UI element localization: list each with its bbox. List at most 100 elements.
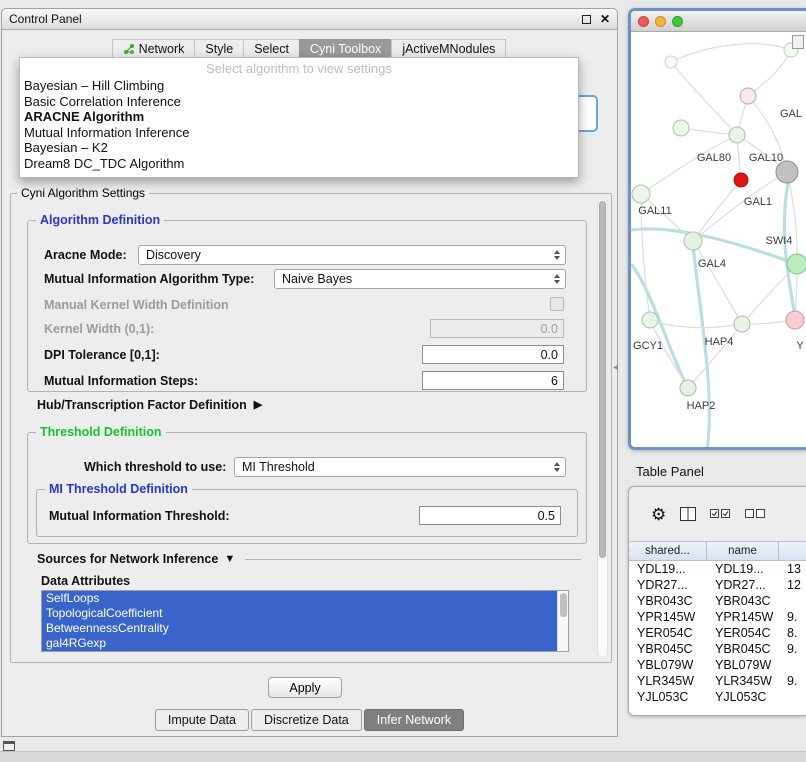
mi-steps-label: Mutual Information Steps: <box>44 374 198 388</box>
expand-right-icon[interactable]: ▶ <box>254 400 262 411</box>
close-icon[interactable]: ✕ <box>600 13 610 25</box>
table-cell: YER054C <box>629 625 707 641</box>
network-node-label: HAP2 <box>687 400 716 412</box>
collapse-down-icon[interactable]: ▼ <box>224 554 235 565</box>
apply-button[interactable]: Apply <box>268 677 342 698</box>
mi-threshold-field[interactable]: 0.5 <box>419 506 561 525</box>
table-panel-window: ⚙ shared... name YDL19...YDL19.. <box>628 486 806 716</box>
table-cell: YER054C <box>707 625 779 641</box>
close-traffic-light[interactable] <box>638 16 649 27</box>
mi-steps-field[interactable]: 6 <box>422 371 564 390</box>
table-cell: YLR345W <box>707 673 779 689</box>
network-node[interactable] <box>729 127 745 143</box>
settings-group-title: Cyni Algorithm Settings <box>17 186 149 200</box>
table-row[interactable]: YDL19...YDL19...13 <box>629 561 806 577</box>
table-cell: YBL079W <box>707 657 779 673</box>
bottom-panel-strip <box>0 751 806 762</box>
table-row[interactable]: YPR145WYPR145W9. <box>629 609 806 625</box>
attribute-list-item[interactable]: SelfLoops <box>42 591 557 606</box>
which-threshold-combo[interactable]: MI Threshold <box>234 457 566 477</box>
algorithm-option[interactable]: Bayesian – Hill Climbing <box>20 78 578 94</box>
network-edge <box>693 180 741 241</box>
table-panel-title: Table Panel <box>636 464 704 479</box>
table-cell: 13 <box>779 561 806 577</box>
attribute-list-item[interactable]: BetweennessCentrality <box>42 621 557 636</box>
table-row[interactable]: YER054CYER054C8. <box>629 625 806 641</box>
restore-panel-icon[interactable] <box>3 741 15 751</box>
table-row[interactable]: YBR045CYBR045C9. <box>629 641 806 657</box>
network-node[interactable] <box>680 380 696 396</box>
network-node[interactable] <box>684 232 702 250</box>
table-cell: YDR27... <box>629 577 707 593</box>
select-all-columns-icon[interactable] <box>710 509 731 519</box>
network-node[interactable] <box>734 316 750 332</box>
network-canvas[interactable]: GAL80GAL10GAL1GAL11SWI4GAL4GCY1HAP4HAP2G… <box>631 32 806 447</box>
minimize-traffic-light[interactable] <box>655 16 666 27</box>
manual-kernel-label: Manual Kernel Width Definition <box>44 298 229 312</box>
dpi-tolerance-field[interactable]: 0.0 <box>422 345 564 364</box>
dpi-tolerance-value: 0.0 <box>541 348 558 362</box>
combo-stepper-icon <box>549 246 565 264</box>
column-header-name[interactable]: name <box>707 542 779 560</box>
threshold-definition-group: Threshold Definition Which threshold to … <box>27 432 587 544</box>
table-body: YDL19...YDL19...13YDR27...YDR27...12YBR0… <box>629 561 806 715</box>
network-edge <box>671 44 791 62</box>
tab-discretize-data[interactable]: Discretize Data <box>251 709 362 731</box>
kernel-width-label: Kernel Width (0,1): <box>44 322 154 336</box>
scrollbar-thumb[interactable] <box>599 201 606 558</box>
panel-collapse-arrow[interactable]: ◂ <box>613 362 618 373</box>
zoom-traffic-light[interactable] <box>672 16 683 27</box>
table-settings-gear-icon[interactable]: ⚙ <box>651 506 666 523</box>
algorithm-option[interactable]: Bayesian – K2 <box>20 140 578 156</box>
data-attributes-list[interactable]: SelfLoopsTopologicalCoefficientBetweenne… <box>41 590 569 652</box>
network-node[interactable] <box>734 173 748 187</box>
tab-select[interactable]: Select <box>243 39 300 59</box>
mi-threshold-value: 0.5 <box>538 509 555 523</box>
algorithm-option[interactable]: Mutual Information Inference <box>20 125 578 141</box>
network-window-titlebar[interactable] <box>631 11 806 32</box>
tab-infer-network[interactable]: Infer Network <box>364 709 464 731</box>
algorithm-option[interactable]: Basic Correlation Inference <box>20 94 578 110</box>
network-node[interactable] <box>642 312 658 328</box>
network-node[interactable] <box>776 161 798 183</box>
tab-network[interactable]: Network <box>112 39 196 59</box>
tab-jactivemnodules[interactable]: jActiveMNodules <box>391 39 506 59</box>
network-view-window: GAL80GAL10GAL1GAL11SWI4GAL4GCY1HAP4HAP2G… <box>628 8 806 450</box>
network-node[interactable] <box>740 88 756 104</box>
window-title: Control Panel <box>9 12 82 26</box>
column-header-cut[interactable] <box>779 542 806 560</box>
canvas-corner-box[interactable] <box>792 35 804 49</box>
settings-scrollbar[interactable] <box>597 198 608 658</box>
network-node[interactable] <box>665 56 677 68</box>
tab-style[interactable]: Style <box>194 39 244 59</box>
table-cell: YDL19... <box>707 561 779 577</box>
sources-toggle[interactable]: Sources for Network Inference ▼ <box>37 552 581 566</box>
float-window-icon[interactable] <box>582 15 591 24</box>
network-node[interactable] <box>786 311 804 329</box>
table-row[interactable]: YDR27...YDR27...12 <box>629 577 806 593</box>
scrollbar-thumb[interactable] <box>560 593 567 617</box>
attributes-scrollbar[interactable] <box>557 591 568 651</box>
network-canvas-svg[interactable]: GAL80GAL10GAL1GAL11SWI4GAL4GCY1HAP4HAP2G… <box>631 32 806 450</box>
table-row[interactable]: YBR043CYBR043C <box>629 593 806 609</box>
tab-cyni-toolbox[interactable]: Cyni Toolbox <box>299 39 392 59</box>
table-row[interactable]: YBL079WYBL079W <box>629 657 806 673</box>
attribute-list-item[interactable]: TopologicalCoefficient <box>42 606 557 621</box>
mi-type-combo[interactable]: Naive Bayes <box>274 269 566 289</box>
algorithm-option[interactable]: ARACNE Algorithm <box>20 109 578 125</box>
aracne-mode-combo[interactable]: Discovery <box>138 245 566 265</box>
deselect-all-columns-icon[interactable] <box>745 509 766 519</box>
hub-definition-toggle[interactable]: Hub/Transcription Factor Definition ▶ <box>37 398 262 412</box>
show-columns-icon[interactable] <box>680 507 696 521</box>
network-node[interactable] <box>632 185 650 203</box>
attribute-list-item[interactable]: gal4RGexp <box>42 636 557 651</box>
network-node-label: GAL4 <box>698 258 726 270</box>
network-node[interactable] <box>673 120 689 136</box>
table-row[interactable]: YJL053CYJL053C <box>629 689 806 705</box>
control-panel-titlebar[interactable]: Control Panel ✕ <box>2 9 617 30</box>
column-header-shared[interactable]: shared... <box>629 542 707 560</box>
tab-impute-data[interactable]: Impute Data <box>155 709 249 731</box>
algorithm-option[interactable]: Dream8 DC_TDC Algorithm <box>20 156 578 172</box>
table-row[interactable]: YLR345WYLR345W9. <box>629 673 806 689</box>
network-node[interactable] <box>787 254 806 274</box>
